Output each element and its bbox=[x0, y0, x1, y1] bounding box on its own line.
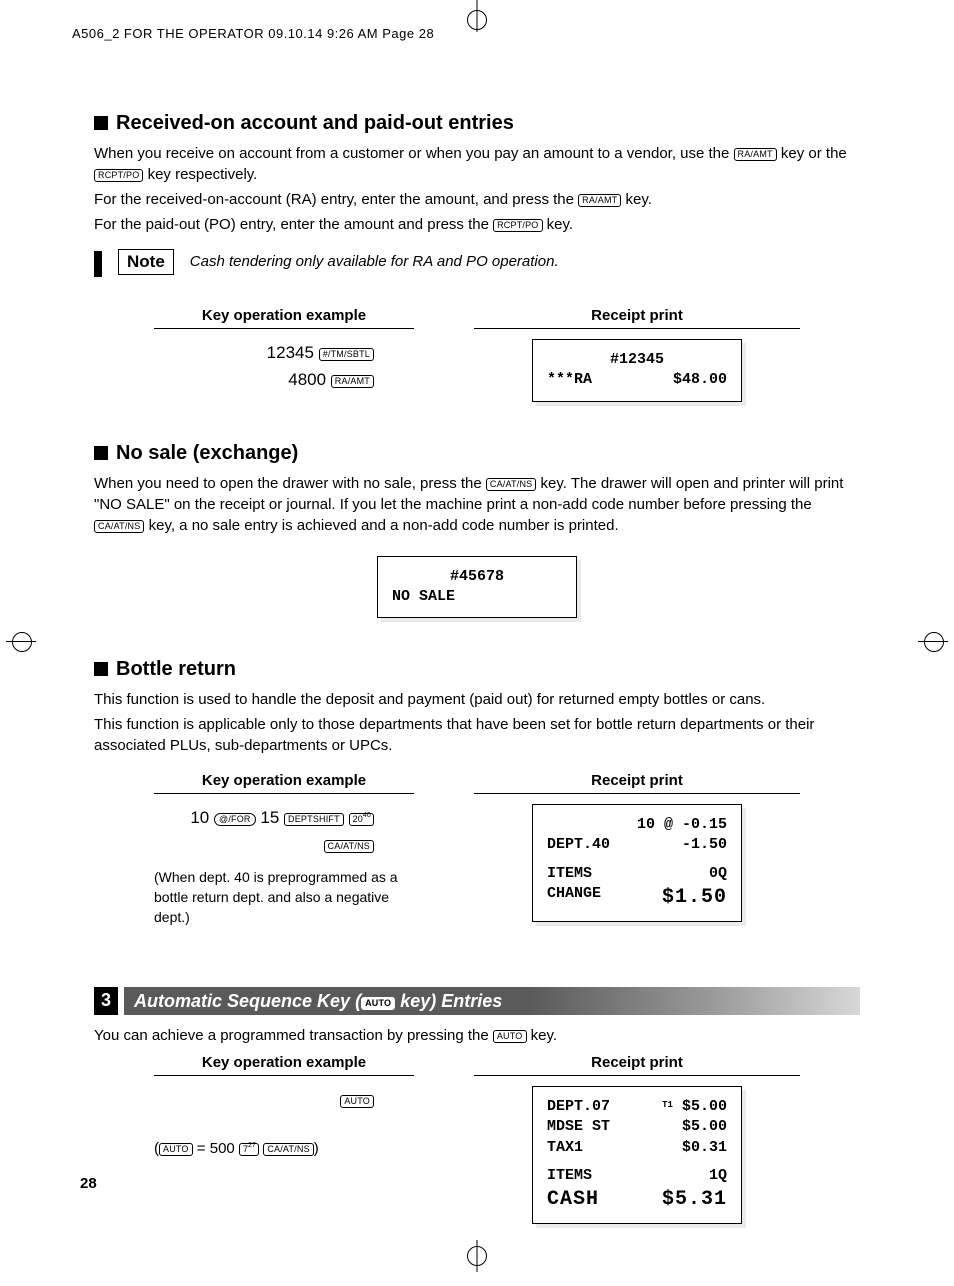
key-raamt: RA/AMT bbox=[331, 375, 374, 388]
heading-bottle-return: Bottle return bbox=[94, 658, 860, 681]
key-caatns: CA/AT/NS bbox=[263, 1143, 313, 1156]
key-dept20: 2040 bbox=[349, 813, 374, 826]
key-auto: AUTO bbox=[361, 997, 395, 1010]
key-caatns: CA/AT/NS bbox=[324, 840, 374, 853]
key-rcptpo: RCPT/PO bbox=[493, 219, 542, 232]
col-title-receipt: Receipt print bbox=[474, 1054, 800, 1076]
col-title-keyop: Key operation example bbox=[154, 307, 414, 329]
key-operation: AUTO (AUTO = 500 727 CA/AT/NS) bbox=[154, 1086, 414, 1161]
col-title-receipt: Receipt print bbox=[474, 772, 800, 794]
key-7: 727 bbox=[239, 1143, 259, 1156]
cropmark-top bbox=[467, 10, 487, 30]
page-number: 28 bbox=[80, 1175, 97, 1192]
banner-heading: Automatic Sequence Key (AUTO key) Entrie… bbox=[124, 987, 860, 1015]
receipt-print: DEPT.07T1 $5.00 MDSE ST$5.00 TAX1$0.31 I… bbox=[532, 1086, 742, 1224]
receipt-print: #12345 ***RA$48.00 bbox=[532, 339, 742, 402]
col-title-keyop: Key operation example bbox=[154, 772, 414, 794]
paragraph: For the paid-out (PO) entry, enter the a… bbox=[94, 214, 860, 235]
section-ra-po: Received-on account and paid-out entries… bbox=[94, 112, 860, 402]
key-operation: 10 @/FOR 15 DEPTSHIFT 2040 CA/AT/NS bbox=[154, 804, 414, 858]
print-header: A506_2 FOR THE OPERATOR 09.10.14 9:26 AM… bbox=[72, 26, 434, 41]
paragraph: When you receive on account from a custo… bbox=[94, 143, 860, 185]
note-label: Note bbox=[118, 249, 174, 275]
key-caatns: CA/AT/NS bbox=[486, 478, 536, 491]
key-tmsbtl: #/TM/SBTL bbox=[319, 348, 374, 361]
paragraph: This function is used to handle the depo… bbox=[94, 689, 860, 710]
paragraph: For the received-on-account (RA) entry, … bbox=[94, 189, 860, 210]
note-text: Cash tendering only available for RA and… bbox=[190, 249, 559, 270]
subnote: (When dept. 40 is preprogrammed as a bot… bbox=[154, 868, 414, 927]
key-raamt: RA/AMT bbox=[734, 148, 777, 161]
paragraph: When you need to open the drawer with no… bbox=[94, 473, 860, 536]
key-auto: AUTO bbox=[493, 1030, 527, 1043]
key-auto: AUTO bbox=[340, 1095, 374, 1108]
section-no-sale: No sale (exchange) When you need to open… bbox=[94, 442, 860, 619]
paragraph: You can achieve a programmed transaction… bbox=[94, 1025, 860, 1046]
key-raamt: RA/AMT bbox=[578, 194, 621, 207]
cropmark-left bbox=[12, 632, 30, 650]
heading-ra-po: Received-on account and paid-out entries bbox=[94, 112, 860, 135]
key-caatns: CA/AT/NS bbox=[94, 520, 144, 533]
key-rcptpo: RCPT/PO bbox=[94, 169, 143, 182]
key-operation: 12345 #/TM/SBTL 4800 RA/AMT bbox=[154, 339, 414, 393]
key-for: @/FOR bbox=[214, 813, 256, 826]
receipt-print: #45678 NO SALE bbox=[377, 556, 577, 619]
section-auto-key: 3 Automatic Sequence Key (AUTO key) Entr… bbox=[94, 987, 860, 1224]
key-deptshift: DEPTSHIFT bbox=[284, 813, 344, 826]
key-auto: AUTO bbox=[159, 1143, 193, 1156]
section-number: 3 bbox=[94, 987, 118, 1015]
col-title-keyop: Key operation example bbox=[154, 1054, 414, 1076]
note-row: Note Cash tendering only available for R… bbox=[94, 249, 860, 277]
receipt-print: 10 @ -0.15 DEPT.40-1.50 ITEMS0Q CHANGE$1… bbox=[532, 804, 742, 922]
paragraph: This function is applicable only to thos… bbox=[94, 714, 860, 756]
section-bottle-return: Bottle return This function is used to h… bbox=[94, 658, 860, 927]
col-title-receipt: Receipt print bbox=[474, 307, 800, 329]
cropmark-right bbox=[924, 632, 942, 650]
heading-no-sale: No sale (exchange) bbox=[94, 442, 860, 465]
